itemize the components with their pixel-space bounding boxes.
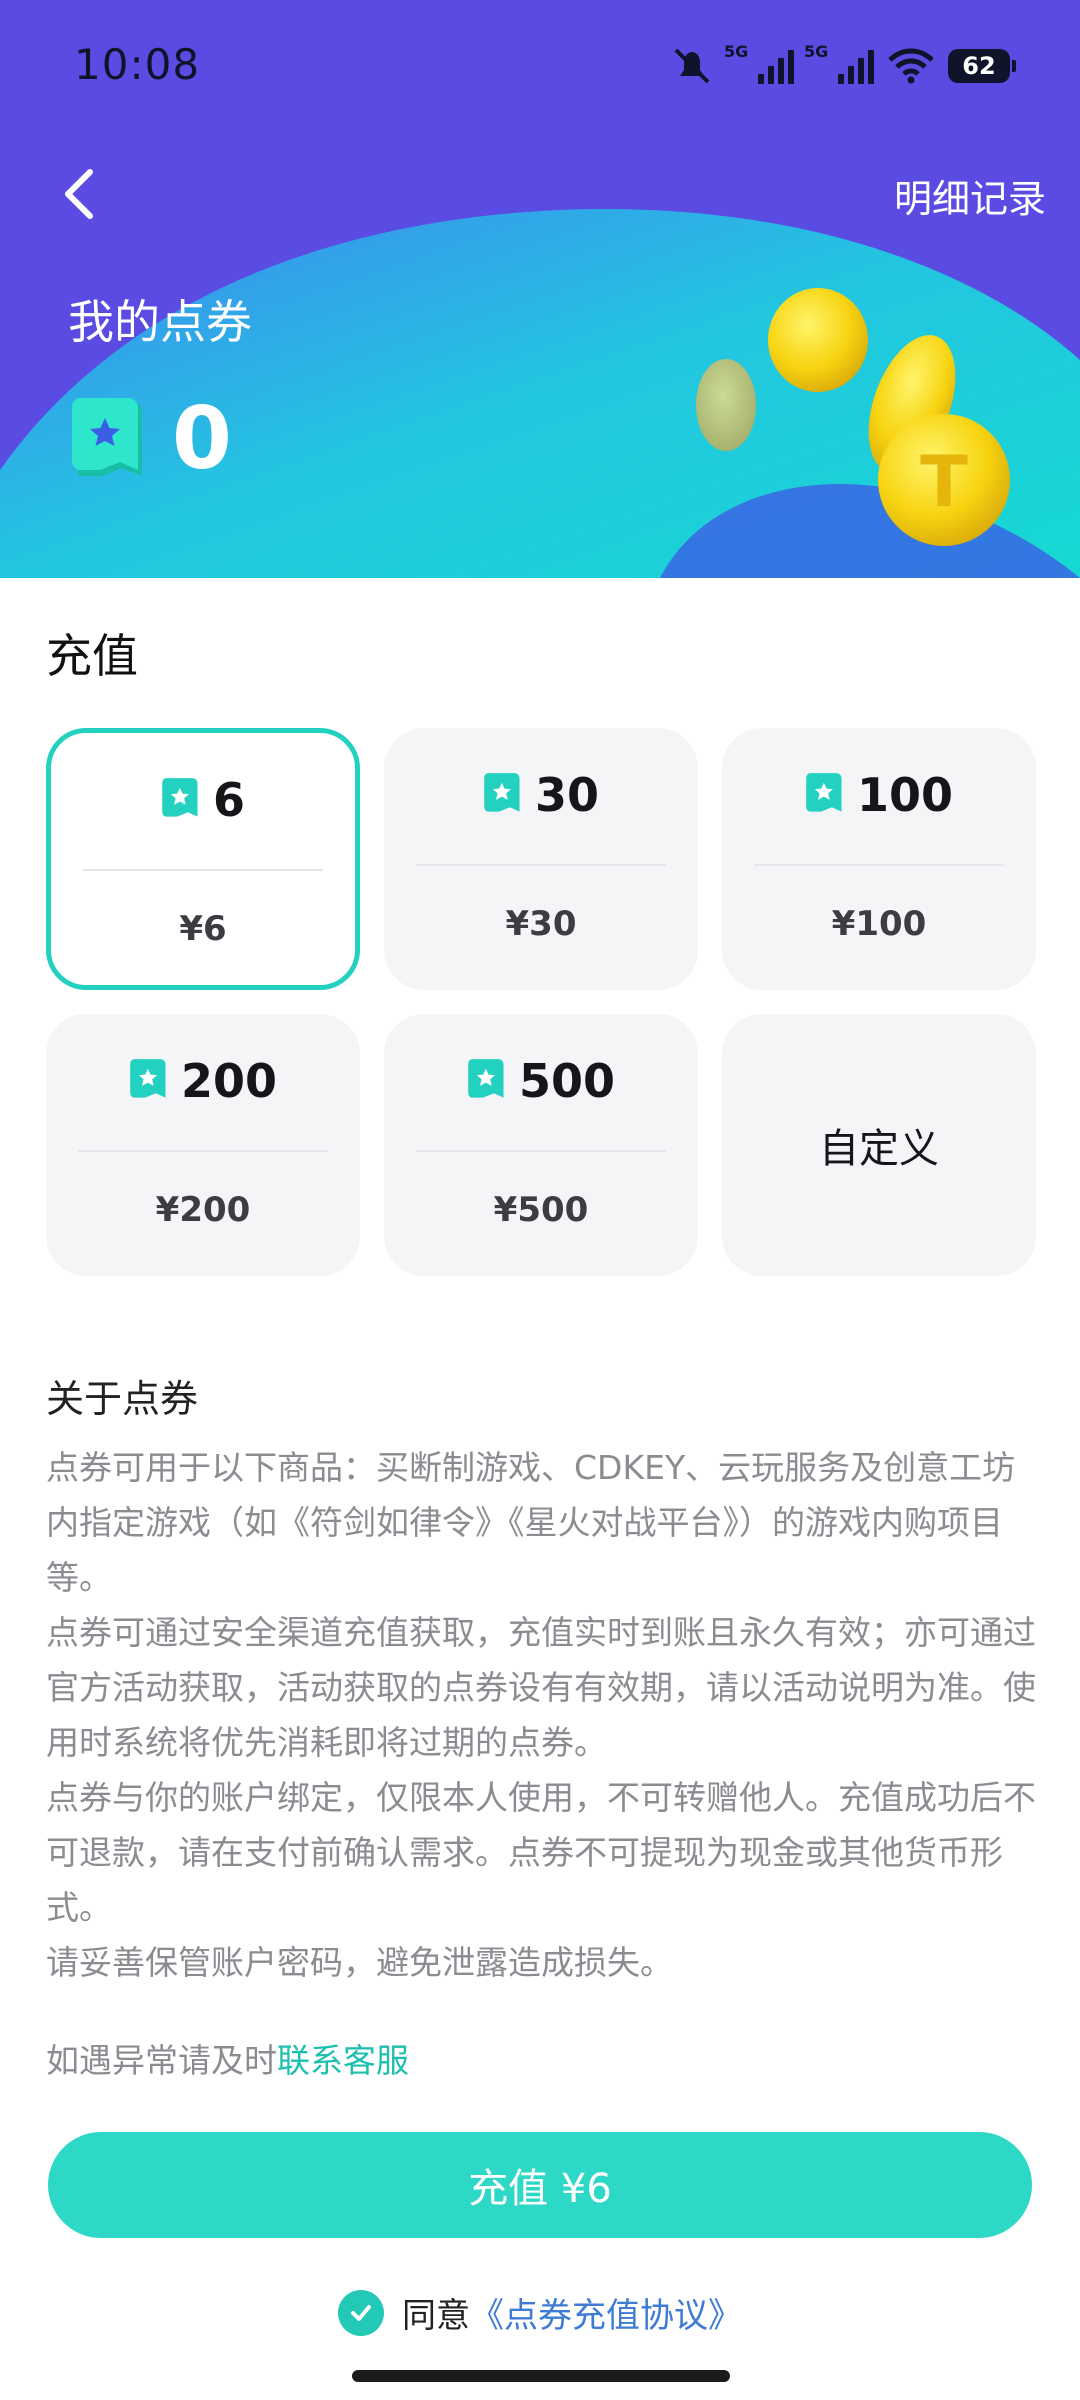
wifi-icon xyxy=(888,48,934,84)
balance-value: 0 xyxy=(172,389,232,489)
option-points: 6 xyxy=(212,773,245,827)
about-text: 点券可用于以下商品：买断制游戏、CDKEY、云玩服务及创意工坊内指定游戏（如《符… xyxy=(46,1440,1036,1990)
option-price: ¥30 xyxy=(505,904,577,944)
details-record-link[interactable]: 明细记录 xyxy=(894,168,1046,223)
check-icon xyxy=(351,2304,371,2321)
ticket-icon xyxy=(806,773,842,812)
battery-icon: 62 xyxy=(948,49,1016,83)
agree-checkbox[interactable] xyxy=(338,2289,384,2336)
about-paragraph: 点券可用于以下商品：买断制游戏、CDKEY、云玩服务及创意工坊内指定游戏（如《符… xyxy=(46,1448,1016,1597)
signal-icon-2: 5G xyxy=(804,42,874,84)
ticket-icon xyxy=(130,1059,166,1098)
page: T 10:08 5G 5G 62 明细记录 我的点券 0 充值 6 ¥6 30 … xyxy=(0,0,1080,2400)
option-points: 100 xyxy=(856,768,954,822)
divider xyxy=(754,864,1004,866)
recharge-option-200[interactable]: 200 ¥200 xyxy=(46,1014,360,1276)
divider xyxy=(416,1150,666,1152)
back-arrow-icon[interactable] xyxy=(52,164,112,224)
option-price: ¥200 xyxy=(155,1190,251,1230)
recharge-option-30[interactable]: 30 ¥30 xyxy=(384,728,698,990)
about-paragraph: 点券可通过安全渠道充值获取，充值实时到账且永久有效；亦可通过官方活动获取，活动获… xyxy=(46,1613,1036,1762)
agree-text: 同意《点券充值协议》 xyxy=(402,2296,742,2336)
ticket-icon xyxy=(468,1059,504,1098)
agreement-row: 同意《点券充值协议》 xyxy=(0,2288,1080,2337)
about-title: 关于点券 xyxy=(46,1377,199,1421)
about-paragraph: 点券与你的账户绑定，仅限本人使用，不可转赠他人。充值成功后不可退款，请在支付前确… xyxy=(46,1778,1036,1927)
balance: 0 xyxy=(70,396,232,482)
divider xyxy=(83,869,323,871)
recharge-button[interactable]: 充值 ¥6 xyxy=(48,2132,1032,2238)
mute-icon xyxy=(674,48,710,84)
contact-support-link[interactable]: 联系客服 xyxy=(277,2041,409,2080)
agreement-link[interactable]: 《点券充值协议》 xyxy=(470,2296,742,2336)
option-price: ¥6 xyxy=(179,909,227,949)
ticket-icon xyxy=(484,773,520,812)
ticket-icon xyxy=(162,778,198,817)
option-points: 200 xyxy=(180,1054,278,1108)
svg-text:T: T xyxy=(920,441,968,523)
about-paragraph: 请妥善保管账户密码，避免泄露造成损失。 xyxy=(46,1943,673,1982)
recharge-option-100[interactable]: 100 ¥100 xyxy=(722,728,1036,990)
page-title: 我的点券 xyxy=(68,295,252,349)
ticket-icon xyxy=(72,398,142,476)
divider xyxy=(78,1150,328,1152)
recharge-section-title: 充值 xyxy=(46,629,138,683)
option-points: 500 xyxy=(518,1054,616,1108)
custom-amount-label: 自定义 xyxy=(819,1126,939,1172)
recharge-option-500[interactable]: 500 ¥500 xyxy=(384,1014,698,1276)
option-price: ¥500 xyxy=(493,1190,589,1230)
option-price: ¥100 xyxy=(831,904,927,944)
status-time: 10:08 xyxy=(74,40,201,89)
home-indicator xyxy=(352,2370,730,2382)
contact-line: 如遇异常请及时联系客服 xyxy=(46,2034,409,2082)
divider xyxy=(416,864,666,866)
recharge-option-custom[interactable]: 自定义 xyxy=(722,1014,1036,1276)
header: T 10:08 5G 5G 62 明细记录 我的点券 0 xyxy=(0,0,1080,578)
status-bar: 10:08 5G 5G 62 xyxy=(0,0,1080,140)
status-icons: 5G 5G 62 xyxy=(670,42,1016,88)
signal-icon: 5G xyxy=(724,42,794,84)
contact-prefix: 如遇异常请及时 xyxy=(46,2041,277,2080)
recharge-option-6[interactable]: 6 ¥6 xyxy=(46,728,360,990)
option-points: 30 xyxy=(534,768,599,822)
